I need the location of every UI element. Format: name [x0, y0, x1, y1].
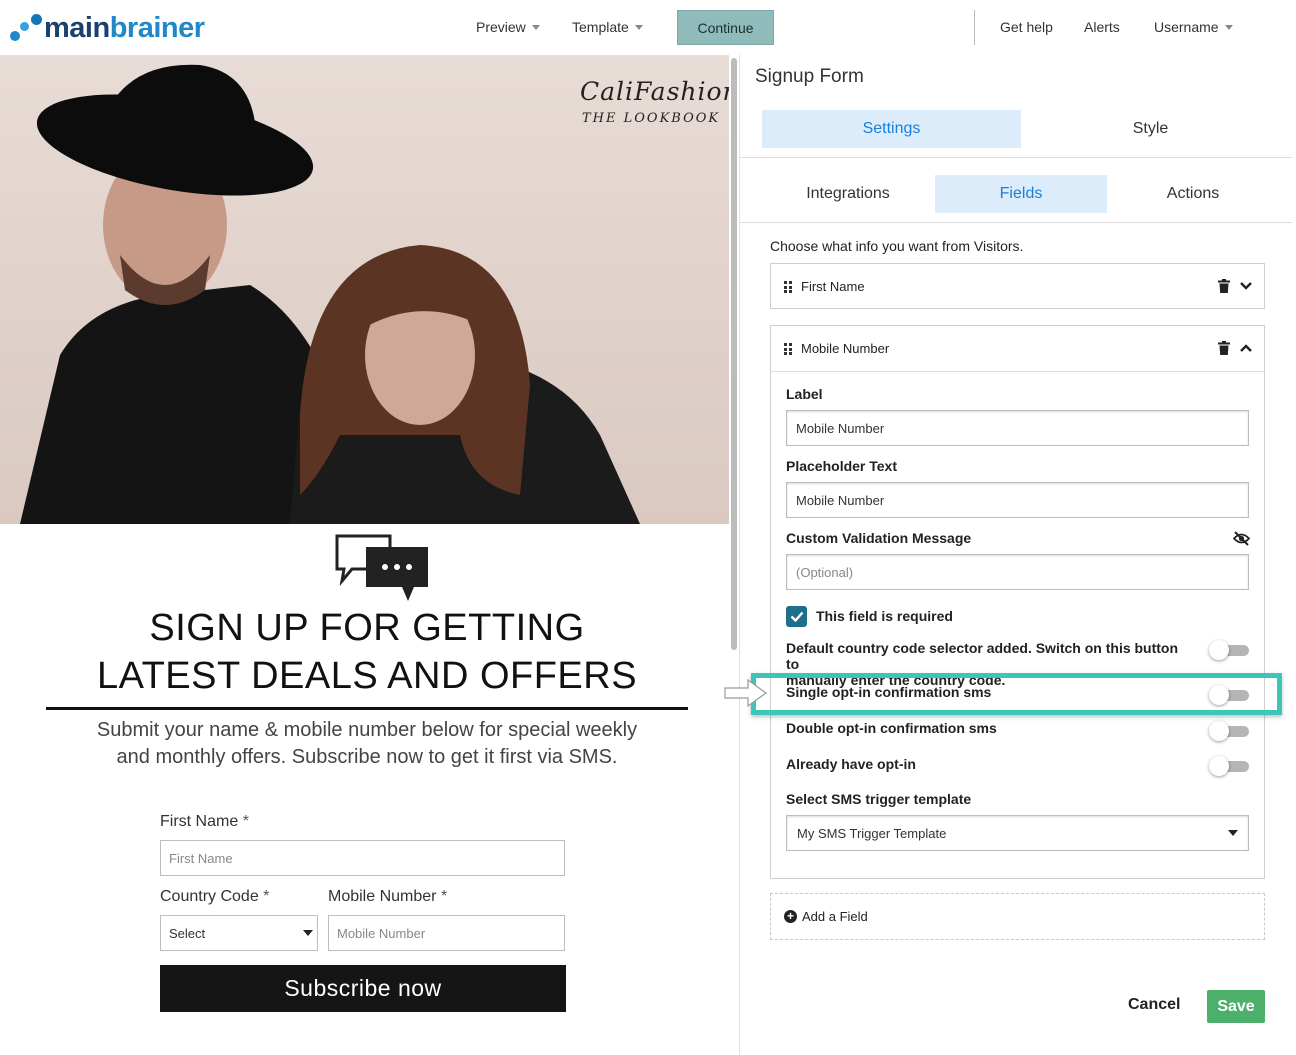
- form-preview: CaliFashion THE LOOKBOOK SIGN UP FOR GET…: [0, 55, 729, 1055]
- chat-bubbles-icon: [335, 534, 428, 601]
- top-bar: mainbrainer Preview Template Continue Ge…: [0, 0, 1296, 55]
- continue-button[interactable]: Continue: [677, 10, 774, 45]
- headline-line-1: SIGN UP FOR GETTING: [149, 607, 585, 649]
- field-name: Mobile Number: [801, 341, 890, 356]
- get-help-link[interactable]: Get help: [1000, 19, 1053, 35]
- drag-handle-icon[interactable]: [784, 343, 792, 355]
- preview-first-name-input[interactable]: First Name: [160, 840, 565, 876]
- subtab-integrations[interactable]: Integrations: [762, 175, 934, 213]
- username-menu[interactable]: Username: [1154, 19, 1233, 35]
- tab-style[interactable]: Style: [1021, 110, 1280, 148]
- callout-arrow-icon: [724, 678, 768, 708]
- subtitle-line-2: and monthly offers. Subscribe now to get…: [116, 746, 618, 768]
- mobile-number-label: Mobile Number *: [328, 888, 448, 905]
- checkmark-icon: [790, 611, 803, 622]
- country-code-label: Country Code *: [160, 888, 270, 905]
- required-label: This field is required: [816, 608, 953, 624]
- trash-icon[interactable]: [1218, 279, 1230, 293]
- drag-handle-icon[interactable]: [784, 281, 792, 293]
- trash-icon[interactable]: [1218, 341, 1230, 355]
- hero-image: CaliFashion THE LOOKBOOK: [0, 55, 729, 524]
- headline-underline: [46, 707, 688, 710]
- chevron-down-icon: [1224, 25, 1233, 30]
- subtab-fields[interactable]: Fields: [935, 175, 1107, 213]
- add-field-label: Add a Field: [802, 909, 868, 924]
- already-optin-toggle[interactable]: [1209, 756, 1249, 776]
- template-menu-label: Template: [572, 19, 629, 35]
- save-button[interactable]: Save: [1207, 990, 1265, 1023]
- chevron-down-icon: [531, 25, 540, 30]
- panel-divider: [739, 55, 740, 1055]
- dropdown-caret-icon: [1228, 830, 1238, 836]
- fields-instructions: Choose what info you want from Visitors.: [770, 238, 1024, 254]
- country-code-select[interactable]: Select: [160, 915, 318, 951]
- double-optin-toggle[interactable]: [1209, 721, 1249, 741]
- highlight-box: [751, 673, 1282, 715]
- preview-menu[interactable]: Preview: [476, 19, 540, 35]
- field-name: First Name: [801, 279, 865, 294]
- preview-menu-label: Preview: [476, 19, 526, 35]
- logo-dots-icon: [10, 13, 44, 44]
- label-heading: Label: [786, 386, 823, 402]
- username-label: Username: [1154, 19, 1219, 35]
- nav-divider: [974, 10, 975, 45]
- subtab-actions[interactable]: Actions: [1107, 175, 1279, 213]
- subtabs-divider: [740, 222, 1292, 223]
- subtitle-text: Submit your name & mobile number below f…: [46, 717, 688, 771]
- alerts-link[interactable]: Alerts: [1084, 19, 1120, 35]
- chevron-down-icon[interactable]: [1240, 282, 1252, 290]
- chevron-up-icon[interactable]: [1240, 344, 1252, 352]
- double-optin-text: Double opt-in confirmation sms: [786, 720, 997, 736]
- required-checkbox[interactable]: [786, 606, 807, 627]
- brand-title: CaliFashion: [580, 77, 729, 106]
- label-input[interactable]: Mobile Number: [786, 410, 1249, 446]
- first-name-label: First Name *: [160, 813, 249, 830]
- placeholder-input[interactable]: Mobile Number: [786, 482, 1249, 518]
- placeholder-heading: Placeholder Text: [786, 458, 898, 474]
- dropdown-caret-icon: [303, 930, 313, 936]
- sms-template-select[interactable]: My SMS Trigger Template: [786, 815, 1249, 851]
- mainbrainer-logo[interactable]: mainbrainer: [10, 12, 205, 45]
- brand-subtitle: THE LOOKBOOK: [582, 111, 721, 126]
- cancel-button[interactable]: Cancel: [1128, 996, 1180, 1014]
- preview-scrollbar[interactable]: [731, 58, 737, 650]
- subscribe-button[interactable]: Subscribe now: [160, 965, 566, 1012]
- eye-slash-icon[interactable]: [1233, 531, 1250, 546]
- headline-line-2: LATEST DEALS AND OFFERS: [96, 655, 638, 697]
- preview-mobile-input[interactable]: Mobile Number: [328, 915, 565, 951]
- plus-circle-icon: +: [784, 910, 797, 923]
- validation-heading: Custom Validation Message: [786, 530, 972, 546]
- sms-template-value: My SMS Trigger Template: [797, 825, 947, 841]
- subtitle-line-1: Submit your name & mobile number below f…: [96, 719, 638, 741]
- tab-settings[interactable]: Settings: [762, 110, 1021, 148]
- template-menu[interactable]: Template: [572, 19, 643, 35]
- panel-title: Signup Form: [755, 66, 864, 87]
- sms-template-heading: Select SMS trigger template: [786, 791, 972, 807]
- logo-text: mainbrainer: [44, 12, 205, 44]
- already-optin-text: Already have opt-in: [786, 756, 916, 772]
- add-field-button[interactable]: + Add a Field: [770, 893, 1265, 940]
- country-code-toggle[interactable]: [1209, 640, 1249, 660]
- field-card-first-name[interactable]: First Name: [770, 263, 1265, 309]
- country-code-value: Select: [169, 925, 206, 941]
- tabs-divider: [740, 157, 1292, 158]
- chevron-down-icon: [634, 25, 643, 30]
- card-header-divider: [771, 371, 1264, 372]
- validation-message-input[interactable]: (Optional): [786, 554, 1249, 590]
